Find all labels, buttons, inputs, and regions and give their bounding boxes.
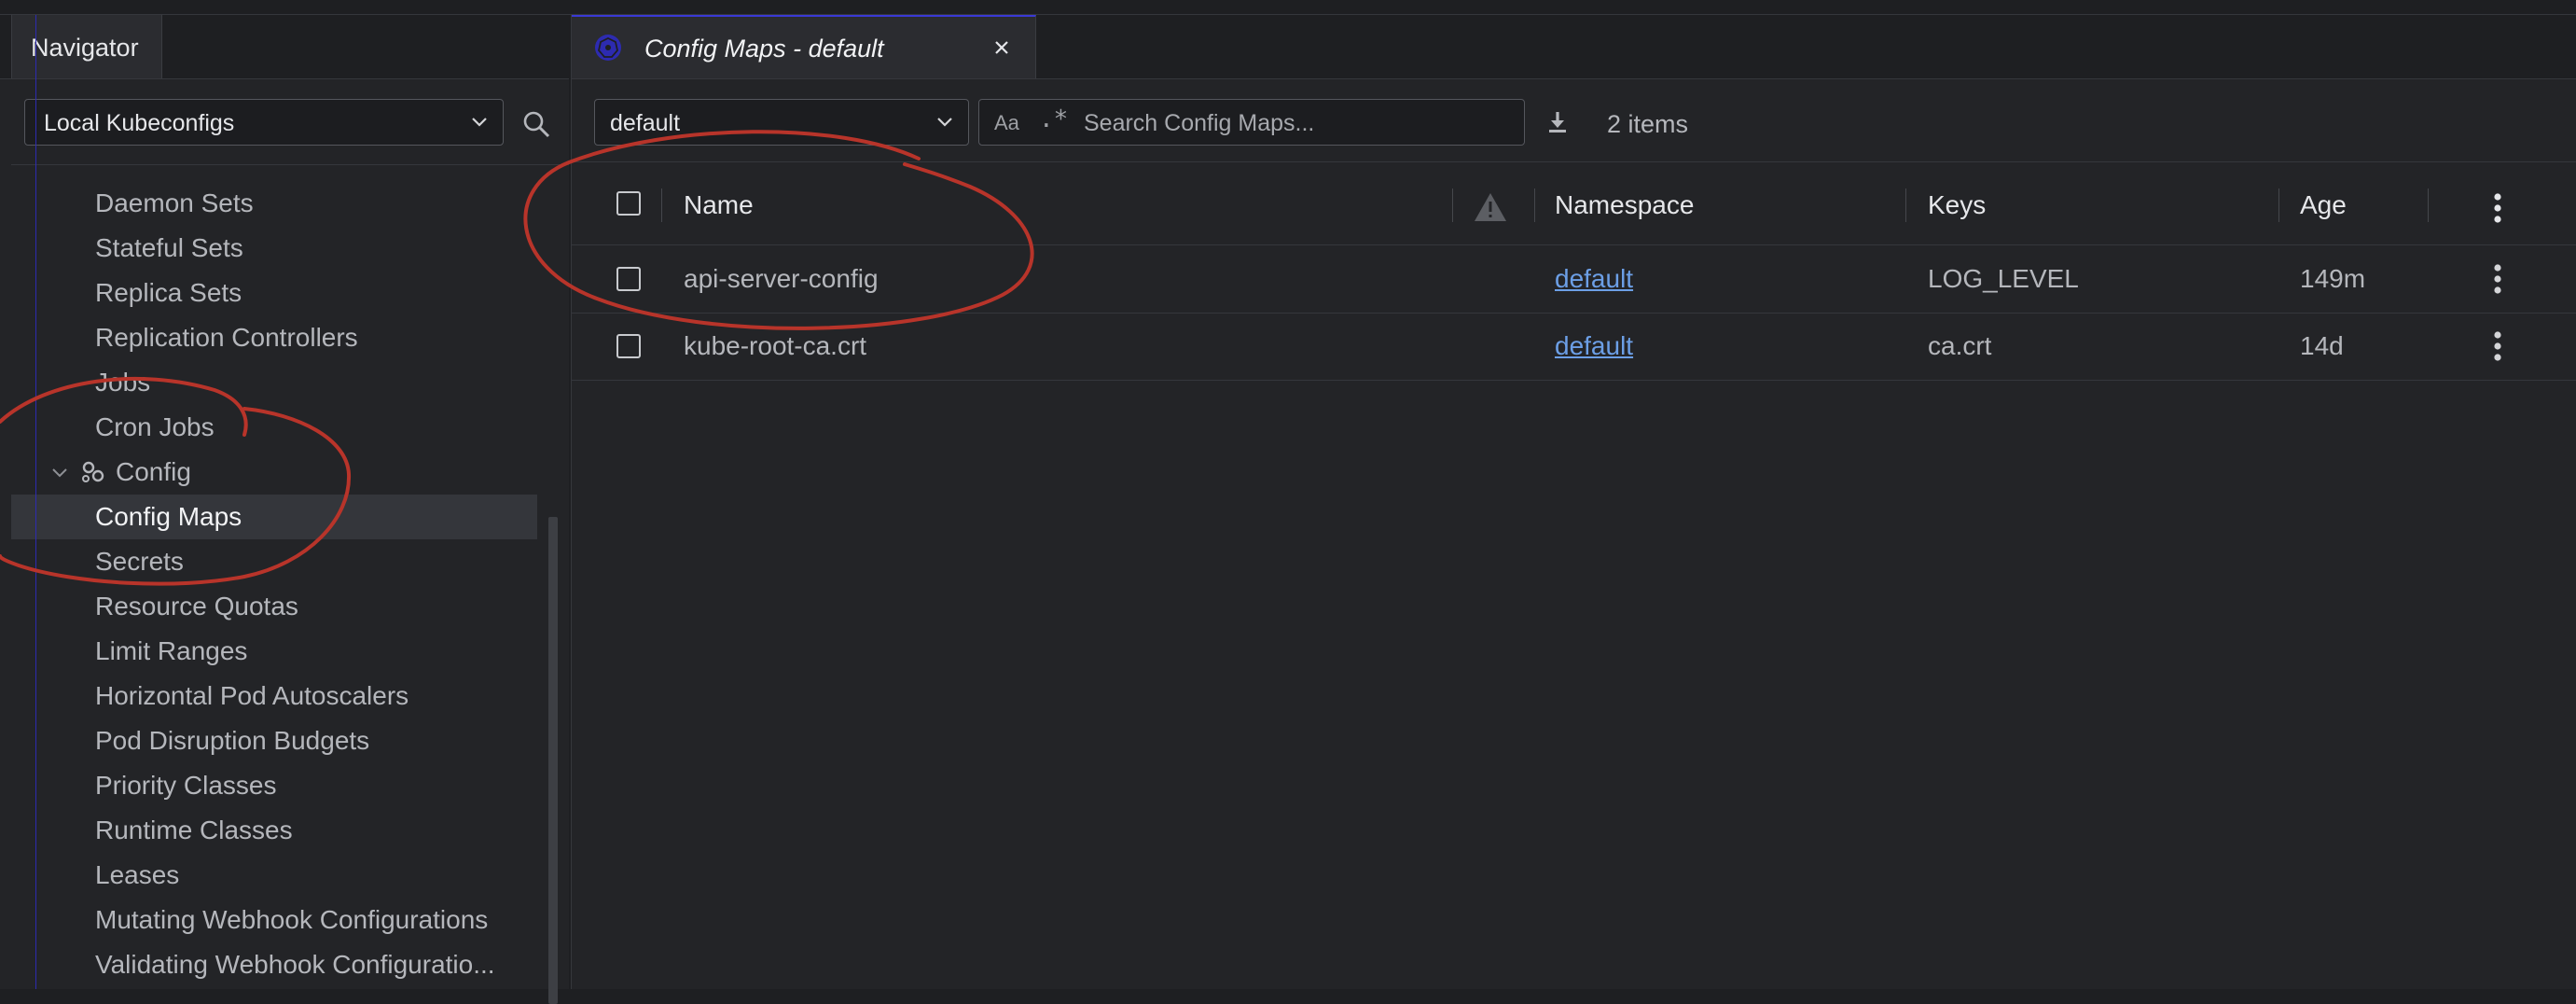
row-menu-icon[interactable]	[2493, 263, 2502, 295]
tree-item-label: Priority Classes	[95, 771, 277, 800]
tree-item-label: Replica Sets	[95, 278, 242, 307]
search-box: Aa .*	[978, 99, 1525, 146]
context-select[interactable]: Local Kubeconfigs	[24, 99, 504, 146]
row-checkbox[interactable]	[616, 334, 641, 358]
tree-item-label: Secrets	[95, 547, 184, 576]
tree-item-label: Pod Disruption Budgets	[95, 726, 370, 755]
tree-item[interactable]: Validating Webhook Configuratio...	[11, 942, 537, 987]
navigator-tabbar: Navigator	[0, 15, 569, 79]
tree-item-label: Resource Quotas	[95, 592, 298, 621]
tree-item[interactable]: Cron Jobs	[11, 405, 537, 450]
table-row[interactable]: api-server-config default LOG_LEVEL 149m	[572, 245, 2576, 314]
tree-item-label: Runtime Classes	[95, 816, 293, 844]
cell-age: 149m	[2300, 264, 2366, 293]
tree-item-label: Daemon Sets	[95, 188, 254, 217]
editor-tabbar: Config Maps - default	[572, 15, 2576, 79]
tree-item[interactable]: Replica Sets	[11, 271, 537, 315]
tree-item[interactable]: Daemon Sets	[11, 181, 537, 226]
item-count: 2 items	[1607, 110, 1689, 138]
column-divider	[661, 188, 662, 222]
tree-item[interactable]: Replication Controllers	[11, 315, 537, 360]
tree-item[interactable]: Resource Quotas	[11, 584, 537, 629]
tree-item-label: Cron Jobs	[95, 412, 215, 441]
window-top-strip	[0, 0, 2576, 15]
tree-item-label: Stateful Sets	[95, 233, 243, 262]
navigator-tab[interactable]: Navigator	[11, 15, 162, 78]
cell-namespace-link[interactable]: default	[1555, 331, 1633, 361]
cell-keys: ca.crt	[1928, 331, 1992, 360]
select-all-checkbox[interactable]	[616, 191, 641, 216]
download-icon[interactable]	[1544, 108, 1572, 136]
chevron-down-icon	[937, 118, 952, 127]
tree-group-config[interactable]: Config	[11, 450, 537, 495]
column-header-keys[interactable]: Keys	[1928, 190, 1986, 220]
column-divider[interactable]	[1534, 188, 1535, 222]
column-divider[interactable]	[2428, 188, 2429, 222]
tree-item[interactable]: Leases	[11, 853, 537, 898]
column-divider[interactable]	[2278, 188, 2279, 222]
tree-guide-line	[35, 15, 36, 989]
column-divider[interactable]	[1452, 188, 1453, 222]
tree-item[interactable]: Config Maps	[11, 495, 537, 539]
column-header-age[interactable]: Age	[2300, 190, 2347, 220]
tree-item[interactable]: Horizontal Pod Autoscalers	[11, 674, 537, 718]
tab-config-maps[interactable]: Config Maps - default	[572, 15, 1036, 78]
kubernetes-icon	[595, 35, 621, 61]
navigator-panel: Navigator Local Kubeconfigs Daemon Sets S…	[0, 15, 569, 1004]
chevron-down-icon[interactable]	[50, 463, 69, 481]
tree-item-label: Mutating Webhook Configurations	[95, 905, 489, 934]
namespace-select-value: default	[610, 110, 681, 136]
match-case-toggle[interactable]: Aa	[994, 111, 1019, 135]
row-checkbox[interactable]	[616, 267, 641, 291]
column-divider[interactable]	[1905, 188, 1906, 222]
cell-age: 14d	[2300, 331, 2344, 360]
chevron-down-icon	[472, 118, 487, 127]
tree-item[interactable]: Mutating Webhook Configurations	[11, 898, 537, 942]
tree-item-label: Horizontal Pod Autoscalers	[95, 681, 409, 710]
tree-item-label: Config Maps	[95, 502, 242, 531]
column-header-namespace[interactable]: Namespace	[1555, 190, 1694, 220]
tree-item[interactable]: Jobs	[11, 360, 537, 405]
main-panel: Config Maps - default default Aa .* 2 it…	[571, 15, 2576, 989]
context-select-value: Local Kubeconfigs	[44, 110, 235, 136]
namespace-select[interactable]: default	[594, 99, 969, 146]
column-header-name[interactable]: Name	[684, 190, 754, 220]
close-icon[interactable]	[991, 37, 1012, 58]
tree-item-label: Validating Webhook Configuratio...	[95, 950, 495, 979]
warning-icon	[1475, 193, 1506, 221]
row-menu-icon[interactable]	[2493, 330, 2502, 362]
cell-name: kube-root-ca.crt	[684, 331, 867, 360]
tree-item-label: Leases	[95, 860, 180, 889]
tree-item[interactable]: Secrets	[11, 539, 537, 584]
navigator-tab-label: Navigator	[31, 34, 139, 62]
tree-item[interactable]: Stateful Sets	[11, 226, 537, 271]
navigator-divider	[11, 164, 569, 165]
search-input[interactable]	[1082, 105, 1505, 141]
tree-item[interactable]: Runtime Classes	[11, 808, 537, 853]
cell-keys: LOG_LEVEL	[1928, 264, 2079, 293]
table-row[interactable]: kube-root-ca.crt default ca.crt 14d	[572, 313, 2576, 381]
regex-toggle[interactable]: .*	[1039, 105, 1068, 133]
tree-item[interactable]: Pod Disruption Budgets	[11, 718, 537, 763]
tree-item-label: Replication Controllers	[95, 323, 358, 352]
cell-name: api-server-config	[684, 264, 879, 293]
tree-item-label: Config	[116, 457, 191, 486]
column-menu-icon[interactable]	[2493, 192, 2502, 224]
tree-item-label: Jobs	[95, 368, 151, 397]
table-header: Name Namespace Keys Age	[572, 162, 2576, 245]
list-toolbar: default Aa .* 2 items	[572, 79, 2576, 162]
tree-item-label: Limit Ranges	[95, 636, 248, 665]
tree-item[interactable]: Priority Classes	[11, 763, 537, 808]
search-icon[interactable]	[520, 108, 552, 140]
tab-title: Config Maps - default	[644, 35, 884, 63]
cell-namespace-link[interactable]: default	[1555, 264, 1633, 294]
navigator-scrollbar[interactable]	[548, 517, 558, 1004]
tree-item[interactable]: Limit Ranges	[11, 629, 537, 674]
config-icon	[82, 461, 104, 482]
